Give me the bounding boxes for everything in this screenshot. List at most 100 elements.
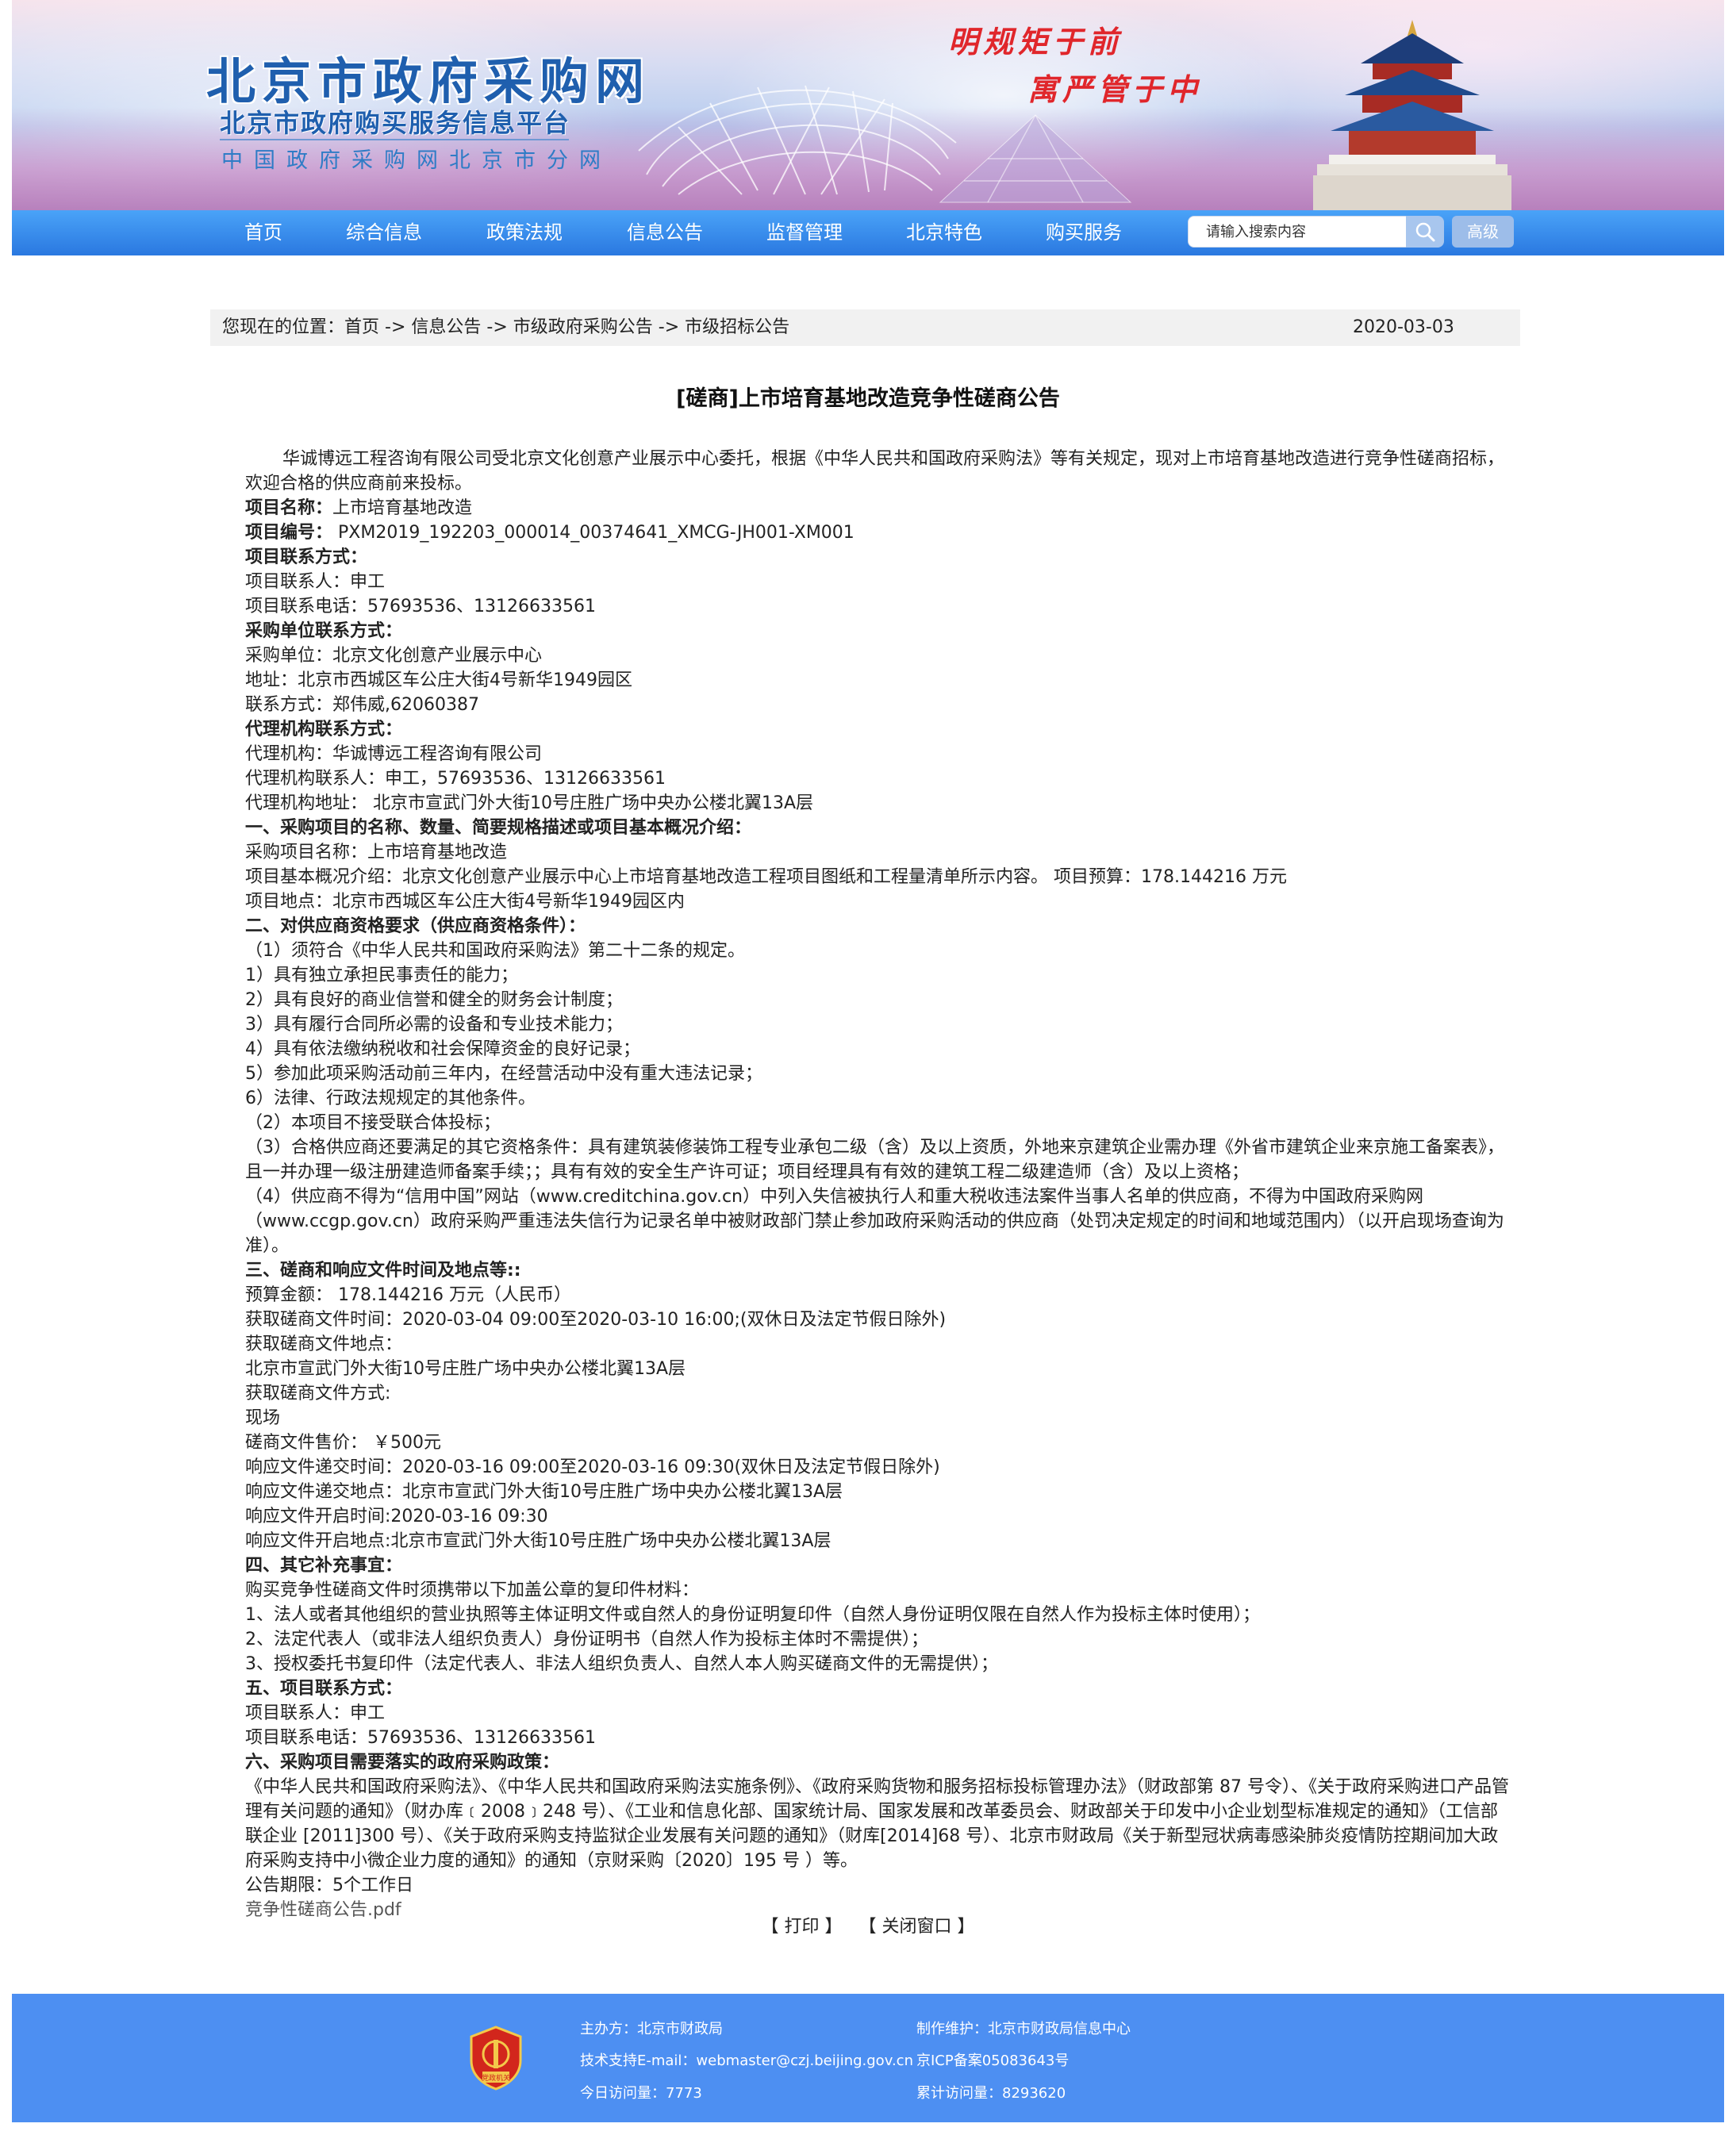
nav-item-announcements[interactable]: 信息公告 (627, 210, 703, 255)
article-line: 磋商文件售价： ￥500元 (245, 1430, 1515, 1455)
article-line: 响应文件递交地点：北京市宣武门外大街10号庄胜广场中央办公楼北翼13A层 (245, 1480, 1515, 1504)
breadcrumb-separator: -> (481, 317, 513, 337)
article-line: 项目名称：上市培育基地改造 (245, 496, 1515, 520)
article-line-text: （3）合格供应商还要满足的其它资格条件：具有建筑装修装饰工程专业承包二级（含）及… (245, 1138, 1505, 1182)
article-intro: 华诚博远工程咨询有限公司受北京文化创意产业展示中心委托，根据《中华人民共和国政府… (245, 449, 1505, 493)
article-line: 响应文件开启地点:北京市宣武门外大街10号庄胜广场中央办公楼北翼13A层 (245, 1529, 1515, 1553)
article-line: 代理机构：华诚博远工程咨询有限公司 (245, 742, 1515, 766)
article-line-text: 现场 (245, 1408, 281, 1428)
article-line-text: （1）须符合《中华人民共和国政府采购法》第二十二条的规定。 (245, 941, 745, 961)
nav-item-supervision[interactable]: 监督管理 (766, 210, 843, 255)
party-government-emblem-icon: 党政机关 (470, 2026, 522, 2091)
article-line: 项目联系电话：57693536、13126633561 (245, 1726, 1515, 1750)
article-line-text: PXM2019_192203_000014_00374641_XMCG-JH00… (332, 523, 855, 543)
article-line-label: 代理机构联系方式： (245, 720, 403, 739)
article-line-text: 项目联系电话：57693536、13126633561 (245, 1728, 596, 1748)
article-line-text: 响应文件开启地点:北京市宣武门外大街10号庄胜广场中央办公楼北翼13A层 (245, 1531, 832, 1551)
search-input[interactable] (1188, 216, 1408, 248)
article-line-text: 上市培育基地改造 (332, 498, 473, 518)
article-body: 华诚博远工程咨询有限公司受北京文化创意产业展示中心委托，根据《中华人民共和国政府… (245, 447, 1515, 1922)
platform-subtitle: 北京市政府购买服务信息平台 (220, 108, 571, 138)
article-line: 3、授权委托书复印件（法定代表人、非法人组织负责人、自然人本人购买磋商文件的无需… (245, 1652, 1515, 1676)
subsite-subtitle: 中国政府采购网北京市分网 (221, 148, 612, 173)
article-line-text: 项目联系人：申工 (245, 572, 386, 592)
advanced-search-button[interactable]: 高级 (1452, 216, 1514, 248)
article-line-text: （2）本项目不接受联合体投标； (245, 1113, 501, 1133)
emblem-text: 党政机关 (482, 2073, 510, 2083)
article-line-text: 项目联系电话：57693536、13126633561 (245, 597, 596, 616)
print-button[interactable]: 【 打印 】 (762, 1917, 843, 1937)
article-line: 地址：北京市西城区车公庄大街4号新华1949园区 (245, 668, 1515, 693)
article-line: 项目联系人：申工 (245, 570, 1515, 594)
breadcrumb-link-municipal-procurement[interactable]: 市级政府采购公告 (513, 317, 653, 337)
nav-item-home[interactable]: 首页 (244, 210, 282, 255)
article-line: 预算金额： 178.144216 万元（人民币） (245, 1283, 1515, 1307)
close-window-button[interactable]: 【 关闭窗口 】 (859, 1917, 975, 1937)
article-line-label: 三、磋商和响应文件时间及地点等:: (245, 1261, 521, 1281)
article-line-text: 6）法律、行政法规规定的其他条件。 (245, 1089, 536, 1108)
article-line: 《中华人民共和国政府采购法》、《中华人民共和国政府采购法实施条例》、《政府采购货… (245, 1775, 1515, 1873)
article-line-text: 获取磋商文件地点： (245, 1334, 403, 1354)
article-line: 获取磋商文件时间：2020-03-04 09:00至2020-03-10 16:… (245, 1307, 1515, 1332)
slogan-line-1: 明规矩于前 (948, 24, 1123, 60)
article-title: [磋商]上市培育基地改造竞争性磋商公告 (676, 386, 1060, 411)
article-line-text: 3）具有履行合同所必需的设备和专业技术能力； (245, 1015, 623, 1035)
article-line-text: 代理机构：华诚博远工程咨询有限公司 (245, 744, 543, 764)
nav-item-beijing-features[interactable]: 北京特色 (906, 210, 982, 255)
article-line-text: 联系方式：郑伟威,62060387 (245, 695, 479, 715)
article-line-text: 3、授权委托书复印件（法定代表人、非法人组织负责人、自然人本人购买磋商文件的无需… (245, 1654, 999, 1674)
breadcrumb-link-announcements[interactable]: 信息公告 (411, 317, 481, 337)
search-icon (1415, 222, 1435, 242)
breadcrumb-link-home[interactable]: 首页 (344, 317, 379, 337)
article-line-text: 项目地点：北京市西城区车公庄大街4号新华1949园区内 (245, 892, 685, 912)
footer-sponsor: 主办方：北京市财政局 (580, 2021, 723, 2037)
article-line: （2）本项目不接受联合体投标； (245, 1111, 1515, 1135)
article-line-label: 项目联系方式： (245, 547, 368, 567)
nav-item-policies[interactable]: 政策法规 (486, 210, 563, 255)
article-line: 联系方式：郑伟威,62060387 (245, 693, 1515, 717)
article-lines: 项目名称：上市培育基地改造 项目编号： PXM2019_192203_000014… (245, 496, 1515, 1898)
article-line-label: 项目编号： (245, 523, 333, 543)
article-line: 公告期限：5个工作日 (245, 1873, 1515, 1898)
article-line-label: 五、项目联系方式： (245, 1679, 403, 1699)
article-line-text: 获取磋商文件方式: (245, 1384, 391, 1403)
article-line: 三、磋商和响应文件时间及地点等:: (245, 1258, 1515, 1283)
search-button[interactable] (1406, 216, 1444, 248)
article-line: 代理机构地址： 北京市宣武门外大街10号庄胜广场中央办公楼北翼13A层 (245, 791, 1515, 816)
article-line: 获取磋商文件地点： (245, 1332, 1515, 1357)
article-line: 响应文件递交时间：2020-03-16 09:00至2020-03-16 09:… (245, 1455, 1515, 1480)
publish-date: 2020-03-03 (1353, 317, 1454, 337)
article-line-text: 代理机构地址： 北京市宣武门外大街10号庄胜广场中央办公楼北翼13A层 (245, 793, 814, 813)
breadcrumb-separator: -> (652, 317, 686, 337)
breadcrumb-trail: 您现在的位置：首页 -> 信息公告 -> 市级政府采购公告 -> 市级招标公告 (222, 309, 789, 346)
article-line-text: 北京市宣武门外大街10号庄胜广场中央办公楼北翼13A层 (245, 1359, 686, 1379)
nav-item-general-info[interactable]: 综合信息 (346, 210, 422, 255)
site-banner: 北京市政府采购网 北京市政府购买服务信息平台 中国政府采购网北京市分网 明规矩于… (12, 0, 1724, 210)
article-line: 项目基本概况介绍：北京文化创意产业展示中心上市培育基地改造工程项目图纸和工程量清… (245, 865, 1515, 889)
article-line-text: 地址：北京市西城区车公庄大街4号新华1949园区 (245, 670, 632, 690)
article-line-label: 二、对供应商资格要求（供应商资格条件）： (245, 916, 586, 936)
slogan-line-2: 寓严管于中 (1027, 71, 1203, 107)
breadcrumb-link-municipal-tender[interactable]: 市级招标公告 (685, 317, 789, 337)
article-line-label: 六、采购项目需要落实的政府采购政策： (245, 1753, 560, 1772)
article-line: 五、项目联系方式： (245, 1676, 1515, 1701)
article-line-text: 1、法人或者其他组织的营业执照等主体证明文件或自然人的身份证明复印件（自然人身份… (245, 1605, 1261, 1625)
article-line: 项目编号： PXM2019_192203_000014_00374641_XMC… (245, 520, 1515, 545)
article-line-text: 预算金额： 178.144216 万元（人民币） (245, 1285, 571, 1305)
footer-icp[interactable]: 京ICP备案05083643号 (916, 2049, 1069, 2070)
footer-today-visits: 今日访问量：7773 (580, 2085, 702, 2102)
article-line: 1、法人或者其他组织的营业执照等主体证明文件或自然人的身份证明复印件（自然人身份… (245, 1603, 1515, 1627)
article-line-text: 项目基本概况介绍：北京文化创意产业展示中心上市培育基地改造工程项目图纸和工程量清… (245, 867, 1287, 887)
article-line-text: 获取磋商文件时间：2020-03-04 09:00至2020-03-10 16:… (245, 1310, 947, 1330)
article-line-text: 采购项目名称：上市培育基地改造 (245, 843, 508, 862)
article-line: 项目地点：北京市西城区车公庄大街4号新华1949园区内 (245, 889, 1515, 914)
article-line: 1）具有独立承担民事责任的能力； (245, 963, 1515, 988)
article-line: 四、其它补充事宜： (245, 1553, 1515, 1578)
article-line-text: （4）供应商不得为“信用中国”网站（www.creditchina.gov.cn… (245, 1187, 1504, 1256)
article-line: 北京市宣武门外大街10号庄胜广场中央办公楼北翼13A层 (245, 1357, 1515, 1381)
water-cube-illustration (939, 114, 1132, 203)
footer-support-email[interactable]: 技术支持E-mail：webmaster@czj.beijing.gov.cn (580, 2049, 913, 2070)
footer-maintainer: 制作维护：北京市财政局信息中心 (916, 2021, 1131, 2037)
article-line: 获取磋商文件方式: (245, 1381, 1515, 1406)
nav-item-purchase-services[interactable]: 购买服务 (1046, 210, 1122, 255)
